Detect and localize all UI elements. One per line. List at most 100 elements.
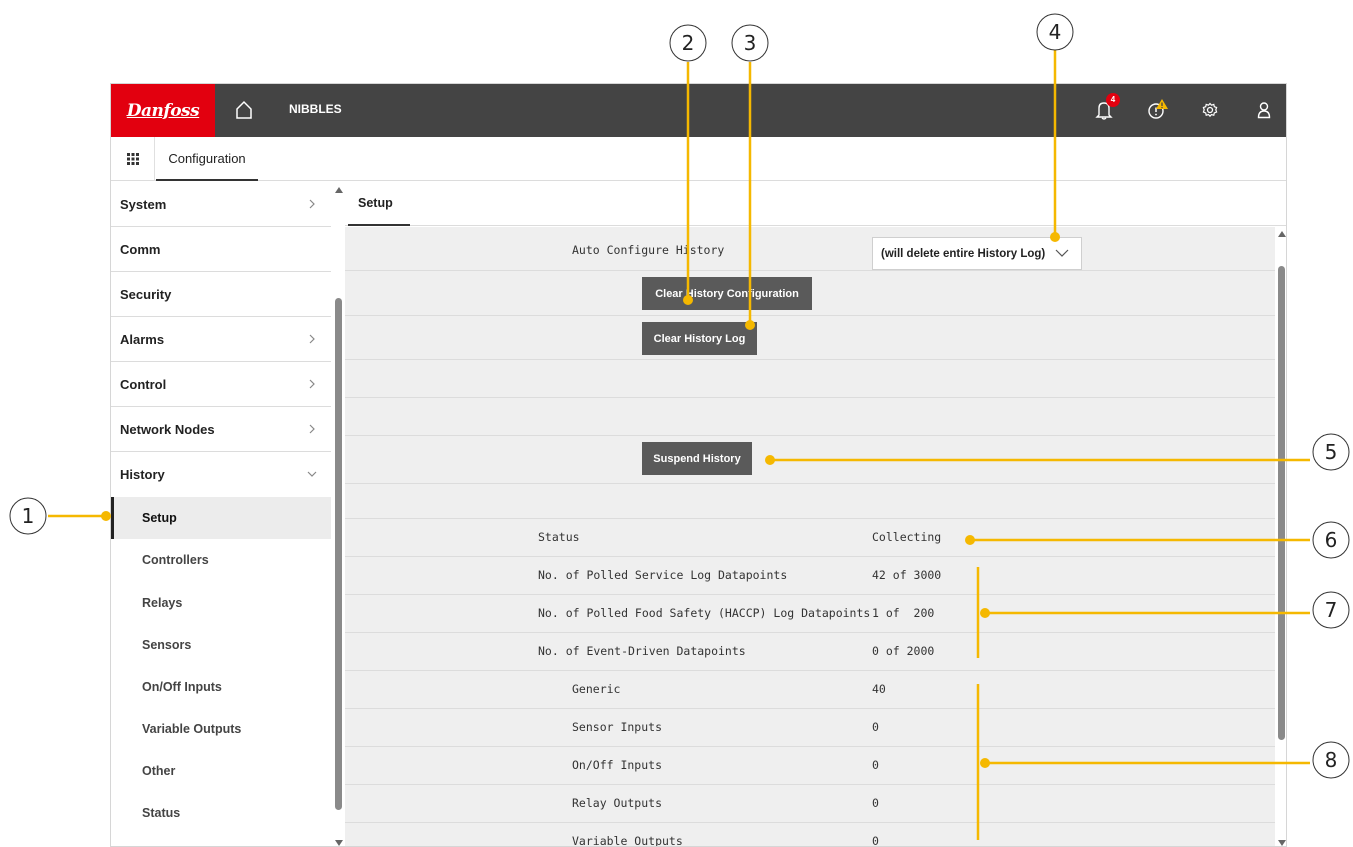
sidebar-item-label: System <box>120 196 167 212</box>
stat-value: 0 of 2000 <box>872 644 935 658</box>
danfoss-logo[interactable]: Danfoss <box>111 84 215 137</box>
sidebar-subitem-sensors[interactable]: Sensors <box>111 624 331 666</box>
app-window: Danfoss NIBBLES 4 Configuration System C… <box>110 83 1287 847</box>
sidebar: System Comm Security Alarms Control Netw… <box>111 182 333 846</box>
app-grid-icon[interactable] <box>111 137 155 181</box>
status-value: Collecting <box>872 530 942 544</box>
stat-row: No. of Event-Driven Datapoints 0 of 2000 <box>345 633 1275 671</box>
callout-number: 5 <box>1325 440 1338 464</box>
callout-number: 6 <box>1325 528 1338 552</box>
content-scroll-up-icon[interactable] <box>1278 231 1286 237</box>
bell-icon[interactable]: 4 <box>1091 93 1120 123</box>
event-value: 0 <box>872 796 879 810</box>
clear-history-log-button[interactable]: Clear History Log <box>642 322 757 355</box>
auto-configure-label: Auto Configure History <box>572 243 725 257</box>
sidebar-subitem-other[interactable]: Other <box>111 750 331 792</box>
tab-configuration[interactable]: Configuration <box>156 137 258 181</box>
sidebar-item-label: Control <box>120 376 167 392</box>
sidebar-item-label: Security <box>120 286 172 302</box>
tab-setup[interactable]: Setup <box>348 182 410 226</box>
event-value: 40 <box>872 682 886 696</box>
event-label: Sensor Inputs <box>572 720 663 734</box>
empty-row <box>345 484 1275 519</box>
user-icon[interactable] <box>1251 97 1277 123</box>
event-label: On/Off Inputs <box>572 758 663 772</box>
empty-row <box>345 360 1275 398</box>
chevron-right-icon <box>309 334 315 344</box>
top-bar: Danfoss NIBBLES 4 <box>111 84 1286 137</box>
content-tab-bar: Setup <box>345 182 1286 226</box>
gear-icon[interactable] <box>1197 97 1223 123</box>
sidebar-subitem-controllers[interactable]: Controllers <box>111 539 331 581</box>
status-row: Status Collecting <box>345 519 1275 557</box>
suspend-history-button[interactable]: Suspend History <box>642 442 752 475</box>
sidebar-subitem-relays[interactable]: Relays <box>111 582 331 624</box>
callout-circle <box>1312 521 1350 559</box>
callout-circle <box>9 497 47 535</box>
sidebar-scroll-down-icon[interactable] <box>335 840 343 846</box>
alert-icon[interactable] <box>1145 97 1171 123</box>
sidebar-item-system[interactable]: System <box>111 182 331 227</box>
stat-label: No. of Event-Driven Datapoints <box>538 644 746 658</box>
callout-circle <box>1036 13 1074 51</box>
clear-config-row: Clear History Configuration <box>345 271 1275 316</box>
sidebar-subitem-status[interactable]: Status <box>111 792 331 834</box>
auto-configure-value: (will delete entire History Log) <box>881 247 1046 260</box>
event-value: 0 <box>872 720 879 734</box>
content-scrollbar-thumb[interactable] <box>1278 266 1285 740</box>
callout-number: 3 <box>744 31 757 55</box>
callout-circle <box>1312 433 1350 471</box>
sidebar-item-label: Network Nodes <box>120 421 215 437</box>
chevron-right-icon <box>309 424 315 434</box>
empty-row <box>345 398 1275 436</box>
auto-configure-row: Auto Configure History (will delete enti… <box>345 227 1275 271</box>
clear-history-configuration-button[interactable]: Clear History Configuration <box>642 277 812 310</box>
callout-number: 2 <box>682 31 695 55</box>
chevron-down-icon <box>307 471 317 477</box>
callout-number: 7 <box>1325 598 1338 622</box>
stat-row: No. of Polled Service Log Datapoints 42 … <box>345 557 1275 595</box>
chevron-down-icon <box>1055 249 1069 257</box>
sidebar-item-label: History <box>120 467 165 482</box>
callout-circle <box>669 24 707 62</box>
event-label: Variable Outputs <box>572 834 683 847</box>
sidebar-item-label: Comm <box>120 241 161 257</box>
stat-value: 42 of 3000 <box>872 568 942 582</box>
stat-label: No. of Polled Service Log Datapoints <box>538 568 788 582</box>
sidebar-scroll-up-icon[interactable] <box>335 187 343 193</box>
notification-badge: 4 <box>1106 93 1120 107</box>
sidebar-item-security[interactable]: Security <box>111 272 331 317</box>
screenshot-root: Danfoss NIBBLES 4 Configuration System C… <box>0 0 1353 847</box>
clear-log-row: Clear History Log <box>345 316 1275 360</box>
sidebar-subitem-variable-outputs[interactable]: Variable Outputs <box>111 708 331 750</box>
event-label: Generic <box>572 682 621 696</box>
sidebar-item-control[interactable]: Control <box>111 362 331 407</box>
event-label: Relay Outputs <box>572 796 663 810</box>
event-value: 0 <box>872 834 879 847</box>
callout-number: 1 <box>22 504 35 528</box>
sidebar-scrollbar-thumb[interactable] <box>335 298 342 810</box>
event-row: On/Off Inputs 0 <box>345 747 1275 785</box>
event-row: Generic 40 <box>345 671 1275 709</box>
sidebar-item-comm[interactable]: Comm <box>111 227 331 272</box>
sidebar-item-network-nodes[interactable]: Network Nodes <box>111 407 331 452</box>
sidebar-subitem-onoff-inputs[interactable]: On/Off Inputs <box>111 666 331 708</box>
sidebar-item-label: Alarms <box>120 331 165 347</box>
auto-configure-dropdown[interactable]: (will delete entire History Log) <box>872 237 1082 270</box>
stat-label: No. of Polled Food Safety (HACCP) Log Da… <box>538 606 871 620</box>
callout-circle <box>1312 591 1350 629</box>
sidebar-item-history[interactable]: History <box>111 452 331 497</box>
history-setup-panel: Auto Configure History (will delete enti… <box>345 227 1275 847</box>
event-row: Sensor Inputs 0 <box>345 709 1275 747</box>
event-row: Relay Outputs 0 <box>345 785 1275 823</box>
sidebar-subitem-setup[interactable]: Setup <box>111 497 331 539</box>
event-value: 0 <box>872 758 879 772</box>
callout-number: 4 <box>1049 20 1062 44</box>
content-scroll-down-icon[interactable] <box>1278 840 1286 846</box>
sidebar-item-alarms[interactable]: Alarms <box>111 317 331 362</box>
status-label: Status <box>538 530 580 544</box>
chevron-right-icon <box>309 199 315 209</box>
home-icon[interactable] <box>233 99 255 121</box>
callout-circle <box>731 24 769 62</box>
event-row: Variable Outputs 0 <box>345 823 1275 847</box>
